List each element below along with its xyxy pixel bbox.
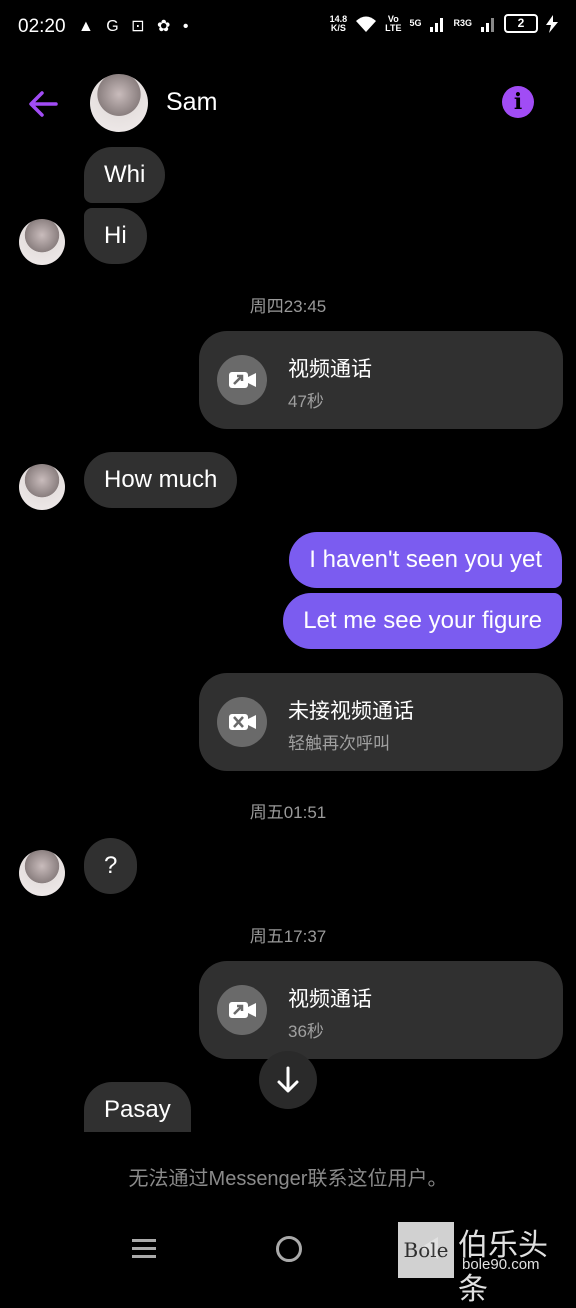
watermark-logo: Bole bbox=[398, 1222, 454, 1278]
battery-icon: 2 bbox=[504, 14, 538, 33]
status-bar: 02:20 ▲ G ⊡ ✿ • 14.8 K/S Vo LTE 5G R3G 2 bbox=[0, 0, 576, 58]
video-call-icon bbox=[217, 355, 267, 405]
video-call-icon bbox=[217, 985, 267, 1035]
video-call-card[interactable]: 视频通话 47秒 bbox=[199, 331, 563, 429]
scroll-to-bottom-button[interactable] bbox=[259, 1051, 317, 1109]
contact-name[interactable]: Sam bbox=[166, 88, 217, 117]
sender-avatar[interactable] bbox=[19, 464, 65, 510]
sender-avatar[interactable] bbox=[19, 219, 65, 265]
signal-icon-2 bbox=[481, 17, 494, 32]
video-call-card[interactable]: 视频通话 36秒 bbox=[199, 961, 563, 1059]
recent-apps-button[interactable] bbox=[132, 1234, 156, 1263]
incoming-message[interactable]: Whi bbox=[84, 147, 166, 203]
signal-r3g-label: R3G bbox=[453, 18, 472, 28]
call-title: 视频通话 bbox=[288, 358, 372, 381]
home-button[interactable] bbox=[276, 1236, 302, 1262]
wifi-icon bbox=[356, 16, 377, 32]
charging-icon bbox=[546, 14, 558, 33]
sender-avatar[interactable] bbox=[19, 850, 65, 896]
signal-5g-label: 5G bbox=[409, 18, 422, 28]
call-duration: 47秒 bbox=[288, 392, 324, 411]
contact-avatar[interactable] bbox=[90, 74, 148, 132]
info-icon[interactable]: i bbox=[502, 86, 534, 118]
incoming-message[interactable]: Pasay bbox=[84, 1082, 191, 1132]
call-back-hint: 轻触再次呼叫 bbox=[288, 734, 390, 753]
signal-icon bbox=[430, 17, 444, 32]
status-right-icons: 14.8 K/S Vo LTE 5G R3G 2 bbox=[330, 14, 558, 33]
watermark-url: bole90.com bbox=[462, 1256, 540, 1273]
unavailable-notice: 无法通过Messenger联系这位用户。 bbox=[128, 1168, 448, 1190]
call-duration: 36秒 bbox=[288, 1022, 324, 1041]
volte-indicator: Vo LTE bbox=[385, 13, 402, 33]
call-title: 未接视频通话 bbox=[288, 700, 414, 723]
notification-icons: ▲ G ⊡ ✿ • bbox=[78, 18, 193, 35]
arrow-down-icon bbox=[277, 1066, 299, 1093]
outgoing-message[interactable]: I haven't seen you yet bbox=[289, 532, 562, 588]
incoming-message[interactable]: ? bbox=[84, 838, 138, 894]
incoming-message[interactable]: How much bbox=[84, 452, 238, 508]
missed-call-icon bbox=[217, 697, 267, 747]
missed-video-call-card[interactable]: 未接视频通话 轻触再次呼叫 bbox=[199, 673, 563, 771]
status-time: 02:20 bbox=[18, 16, 66, 37]
timestamp: 周五01:51 bbox=[249, 803, 327, 822]
back-arrow-icon[interactable] bbox=[26, 86, 62, 122]
network-speed: 14.8 K/S bbox=[329, 13, 348, 33]
outgoing-message[interactable]: Let me see your figure bbox=[283, 593, 562, 649]
timestamp: 周五17:37 bbox=[249, 927, 327, 946]
call-title: 视频通话 bbox=[288, 988, 372, 1011]
incoming-message[interactable]: Hi bbox=[84, 208, 147, 264]
timestamp: 周四23:45 bbox=[249, 297, 327, 316]
